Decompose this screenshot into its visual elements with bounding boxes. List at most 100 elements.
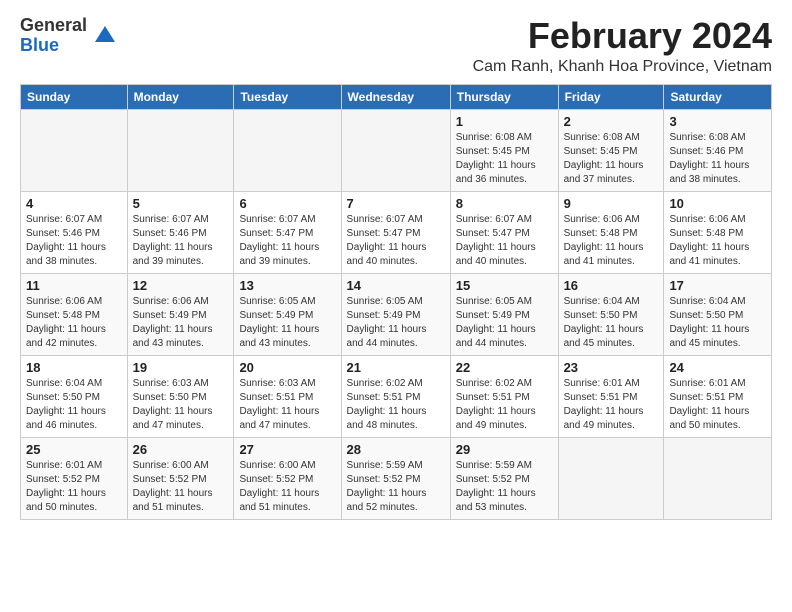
day-number: 20 — [239, 360, 335, 375]
day-cell: 19Sunrise: 6:03 AM Sunset: 5:50 PM Dayli… — [127, 355, 234, 437]
day-number: 28 — [347, 442, 445, 457]
day-number: 10 — [669, 196, 766, 211]
day-info: Sunrise: 6:00 AM Sunset: 5:52 PM Dayligh… — [133, 459, 229, 515]
day-number: 11 — [26, 278, 122, 293]
day-number: 12 — [133, 278, 229, 293]
day-number: 22 — [456, 360, 553, 375]
day-info: Sunrise: 6:01 AM Sunset: 5:51 PM Dayligh… — [564, 377, 659, 433]
day-number: 3 — [669, 114, 766, 129]
week-row-3: 11 Sunrise: 6:06 AM Sunset: 5:48 PM Dayli… — [21, 273, 772, 355]
day-cell: 11 Sunrise: 6:06 AM Sunset: 5:48 PM Dayli… — [21, 273, 128, 355]
day-info: Sunrise: 6:05 AM Sunset: 5:49 PM Dayligh… — [347, 295, 445, 351]
day-number: 1 — [456, 114, 553, 129]
day-cell — [664, 437, 772, 519]
day-info: Sunrise: 6:07 AM Sunset: 5:47 PM Dayligh… — [239, 213, 335, 269]
day-info: Sunrise: 5:59 AM Sunset: 5:52 PM Dayligh… — [456, 459, 553, 515]
day-cell: 4Sunrise: 6:07 AM Sunset: 5:46 PM Daylig… — [21, 191, 128, 273]
day-cell: 10Sunrise: 6:06 AM Sunset: 5:48 PM Dayli… — [664, 191, 772, 273]
calendar-subtitle: Cam Ranh, Khanh Hoa Province, Vietnam — [473, 58, 772, 76]
week-row-1: 1 Sunrise: 6:08 AM Sunset: 5:45 PM Daylig… — [21, 109, 772, 191]
day-info: Sunrise: 6:01 AM Sunset: 5:51 PM Dayligh… — [669, 377, 766, 433]
day-number: 8 — [456, 196, 553, 211]
week-row-4: 18 Sunrise: 6:04 AM Sunset: 5:50 PM Dayli… — [21, 355, 772, 437]
calendar-table: SundayMondayTuesdayWednesdayThursdayFrid… — [20, 84, 772, 520]
day-cell: 14 Sunrise: 6:05 AM Sunset: 5:49 PM Dayli… — [341, 273, 450, 355]
logo-general: General — [20, 16, 87, 36]
day-info: Sunrise: 6:08 AM Sunset: 5:45 PM Dayligh… — [456, 131, 553, 187]
header-cell-wednesday: Wednesday — [341, 84, 450, 109]
day-info: Sunrise: 6:01 AM Sunset: 5:52 PM Dayligh… — [26, 459, 122, 515]
day-cell: 25 Sunrise: 6:01 AM Sunset: 5:52 PM Dayli… — [21, 437, 128, 519]
day-info: Sunrise: 6:08 AM Sunset: 5:45 PM Dayligh… — [564, 131, 659, 187]
day-info: Sunrise: 6:06 AM Sunset: 5:48 PM Dayligh… — [564, 213, 659, 269]
day-cell: 26 Sunrise: 6:00 AM Sunset: 5:52 PM Dayli… — [127, 437, 234, 519]
header-cell-monday: Monday — [127, 84, 234, 109]
day-cell: 13 Sunrise: 6:05 AM Sunset: 5:49 PM Dayli… — [234, 273, 341, 355]
logo-text: General Blue — [20, 16, 87, 56]
day-number: 13 — [239, 278, 335, 293]
day-cell: 8 Sunrise: 6:07 AM Sunset: 5:47 PM Daylig… — [450, 191, 558, 273]
header-cell-friday: Friday — [558, 84, 664, 109]
day-cell: 27 Sunrise: 6:00 AM Sunset: 5:52 PM Dayli… — [234, 437, 341, 519]
header-cell-saturday: Saturday — [664, 84, 772, 109]
day-info: Sunrise: 6:04 AM Sunset: 5:50 PM Dayligh… — [564, 295, 659, 351]
day-cell: 7 Sunrise: 6:07 AM Sunset: 5:47 PM Daylig… — [341, 191, 450, 273]
week-row-5: 25 Sunrise: 6:01 AM Sunset: 5:52 PM Dayli… — [21, 437, 772, 519]
day-cell — [21, 109, 128, 191]
day-info: Sunrise: 6:04 AM Sunset: 5:50 PM Dayligh… — [26, 377, 122, 433]
day-number: 24 — [669, 360, 766, 375]
calendar-title: February 2024 — [473, 16, 772, 56]
day-info: Sunrise: 6:02 AM Sunset: 5:51 PM Dayligh… — [347, 377, 445, 433]
day-info: Sunrise: 6:02 AM Sunset: 5:51 PM Dayligh… — [456, 377, 553, 433]
day-number: 26 — [133, 442, 229, 457]
day-cell: 1 Sunrise: 6:08 AM Sunset: 5:45 PM Daylig… — [450, 109, 558, 191]
day-cell: 23 Sunrise: 6:01 AM Sunset: 5:51 PM Dayli… — [558, 355, 664, 437]
day-info: Sunrise: 6:05 AM Sunset: 5:49 PM Dayligh… — [239, 295, 335, 351]
day-number: 23 — [564, 360, 659, 375]
day-cell: 12 Sunrise: 6:06 AM Sunset: 5:49 PM Dayli… — [127, 273, 234, 355]
day-number: 27 — [239, 442, 335, 457]
day-cell: 3Sunrise: 6:08 AM Sunset: 5:46 PM Daylig… — [664, 109, 772, 191]
day-info: Sunrise: 6:07 AM Sunset: 5:46 PM Dayligh… — [133, 213, 229, 269]
day-cell — [558, 437, 664, 519]
day-number: 17 — [669, 278, 766, 293]
day-cell: 29 Sunrise: 5:59 AM Sunset: 5:52 PM Dayli… — [450, 437, 558, 519]
day-cell: 9 Sunrise: 6:06 AM Sunset: 5:48 PM Daylig… — [558, 191, 664, 273]
logo-blue: Blue — [20, 36, 87, 56]
week-row-2: 4 Sunrise: 6:07 AM Sunset: 5:46 PM Daylig… — [21, 191, 772, 273]
day-number: 9 — [564, 196, 659, 211]
day-number: 25 — [26, 442, 122, 457]
day-info: Sunrise: 6:03 AM Sunset: 5:51 PM Dayligh… — [239, 377, 335, 433]
day-number: 19 — [133, 360, 229, 375]
day-cell: 17Sunrise: 6:04 AM Sunset: 5:50 PM Dayli… — [664, 273, 772, 355]
day-cell — [234, 109, 341, 191]
day-cell: 2 Sunrise: 6:08 AM Sunset: 5:45 PM Daylig… — [558, 109, 664, 191]
day-number: 2 — [564, 114, 659, 129]
day-number: 14 — [347, 278, 445, 293]
day-cell: 28Sunrise: 5:59 AM Sunset: 5:52 PM Dayli… — [341, 437, 450, 519]
header-cell-sunday: Sunday — [21, 84, 128, 109]
day-number: 18 — [26, 360, 122, 375]
logo: General Blue — [20, 16, 119, 56]
day-info: Sunrise: 6:06 AM Sunset: 5:48 PM Dayligh… — [26, 295, 122, 351]
day-cell: 18 Sunrise: 6:04 AM Sunset: 5:50 PM Dayli… — [21, 355, 128, 437]
day-cell: 16Sunrise: 6:04 AM Sunset: 5:50 PM Dayli… — [558, 273, 664, 355]
day-cell: 5 Sunrise: 6:07 AM Sunset: 5:46 PM Daylig… — [127, 191, 234, 273]
day-number: 29 — [456, 442, 553, 457]
day-cell: 6Sunrise: 6:07 AM Sunset: 5:47 PM Daylig… — [234, 191, 341, 273]
day-info: Sunrise: 6:05 AM Sunset: 5:49 PM Dayligh… — [456, 295, 553, 351]
day-info: Sunrise: 6:07 AM Sunset: 5:47 PM Dayligh… — [456, 213, 553, 269]
day-number: 7 — [347, 196, 445, 211]
logo-icon — [91, 22, 119, 50]
day-cell: 20 Sunrise: 6:03 AM Sunset: 5:51 PM Dayli… — [234, 355, 341, 437]
day-cell — [127, 109, 234, 191]
day-number: 21 — [347, 360, 445, 375]
header-cell-tuesday: Tuesday — [234, 84, 341, 109]
day-cell — [341, 109, 450, 191]
day-info: Sunrise: 6:06 AM Sunset: 5:49 PM Dayligh… — [133, 295, 229, 351]
day-info: Sunrise: 6:07 AM Sunset: 5:47 PM Dayligh… — [347, 213, 445, 269]
title-section: February 2024 Cam Ranh, Khanh Hoa Provin… — [473, 16, 772, 76]
day-number: 5 — [133, 196, 229, 211]
day-number: 4 — [26, 196, 122, 211]
day-info: Sunrise: 6:00 AM Sunset: 5:52 PM Dayligh… — [239, 459, 335, 515]
